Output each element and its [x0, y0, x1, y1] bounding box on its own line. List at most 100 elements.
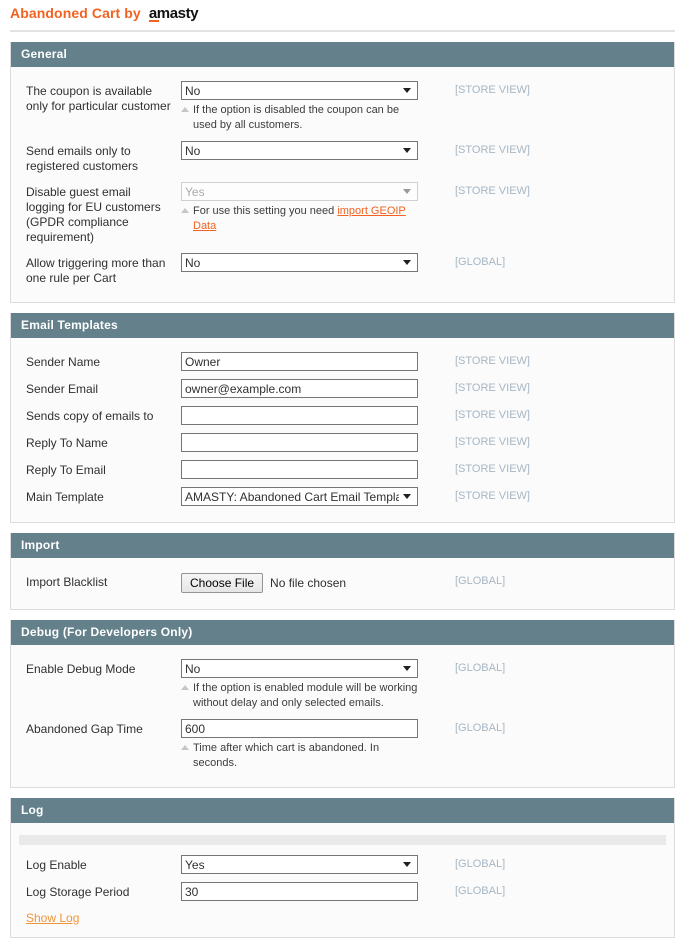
- field-hint: If the option is disabled the coupon can…: [181, 103, 418, 133]
- settings-section: Debug (For Developers Only)Enable Debug …: [10, 620, 675, 788]
- settings-section: Email TemplatesSender Name[STORE VIEW]Se…: [10, 313, 675, 523]
- field-control: [181, 433, 433, 452]
- hint-text: If the option is disabled the coupon can…: [193, 104, 399, 131]
- field-label: Disable guest email logging for EU custo…: [11, 182, 181, 245]
- field-scope-label: [STORE VIEW]: [433, 433, 530, 448]
- field-label: The coupon is available only for particu…: [11, 81, 181, 114]
- text-input[interactable]: [181, 406, 418, 425]
- field-scope-label: [STORE VIEW]: [433, 379, 530, 394]
- select-input[interactable]: NoYes: [181, 141, 418, 160]
- select-input[interactable]: NoYes: [181, 81, 418, 100]
- field-label: Reply To Name: [11, 433, 181, 451]
- field-label: Import Blacklist: [11, 572, 181, 590]
- select-input[interactable]: NoYes: [181, 253, 418, 272]
- section-spacer-bar: [19, 835, 666, 845]
- amasty-logo-underline: [149, 20, 159, 22]
- field-label: Main Template: [11, 487, 181, 505]
- field-row: Abandoned Gap Time Time after which cart …: [11, 715, 674, 775]
- field-label: Sender Email: [11, 379, 181, 397]
- field-scope-label: [STORE VIEW]: [433, 141, 530, 156]
- select-input[interactable]: YesNo: [181, 855, 418, 874]
- section-header[interactable]: Import: [11, 533, 674, 558]
- text-input[interactable]: [181, 882, 418, 901]
- section-body: Enable Debug ModeNoYes If the option is e…: [11, 645, 674, 787]
- hint-text: Time after which cart is abandoned. In s…: [193, 742, 379, 769]
- field-row: Allow triggering more than one rule per …: [11, 249, 674, 290]
- field-row: Reply To Email[STORE VIEW]: [11, 456, 674, 483]
- text-input[interactable]: [181, 352, 418, 371]
- field-scope-label: [GLOBAL]: [433, 882, 505, 897]
- field-control: [181, 406, 433, 425]
- text-input[interactable]: [181, 379, 418, 398]
- field-scope-label: [STORE VIEW]: [433, 81, 530, 96]
- field-label: Allow triggering more than one rule per …: [11, 253, 181, 286]
- field-label: Reply To Email: [11, 460, 181, 478]
- select-wrapper: NoYes: [181, 659, 418, 678]
- field-label: Log Enable: [11, 855, 181, 873]
- field-control: YesNo: [181, 855, 433, 874]
- select-input: YesNo: [181, 182, 418, 201]
- field-control: NoYes: [181, 253, 433, 272]
- field-row: The coupon is available only for particu…: [11, 77, 674, 137]
- field-row: Disable guest email logging for EU custo…: [11, 178, 674, 249]
- field-scope-label: [GLOBAL]: [433, 719, 505, 734]
- select-wrapper: NoYes: [181, 253, 418, 272]
- field-label: Enable Debug Mode: [11, 659, 181, 677]
- select-wrapper: YesNo: [181, 182, 418, 201]
- field-row: Sender Name [STORE VIEW]: [11, 348, 674, 375]
- file-input[interactable]: Choose FileNo file chosen: [181, 572, 433, 593]
- section-header[interactable]: General: [11, 42, 674, 67]
- field-control: Time after which cart is abandoned. In s…: [181, 719, 433, 771]
- select-wrapper: AMASTY: Abandoned Cart Email Template: [181, 487, 418, 506]
- field-control: YesNo For use this setting you need impor…: [181, 182, 433, 234]
- section-header[interactable]: Log: [11, 798, 674, 823]
- text-input[interactable]: [181, 460, 418, 479]
- field-scope-label: [GLOBAL]: [433, 572, 505, 587]
- field-control: NoYes: [181, 141, 433, 160]
- hint-triangle-icon: [181, 685, 189, 690]
- hint-triangle-icon: [181, 107, 189, 112]
- section-body: Sender Name [STORE VIEW] Sender Email [STOR…: [11, 338, 674, 522]
- page-title: Abandoned Cart by: [10, 5, 141, 21]
- section-body: The coupon is available only for particu…: [11, 67, 674, 302]
- field-hint: For use this setting you need import GEO…: [181, 204, 418, 234]
- field-label: Send emails only to registered customers: [11, 141, 181, 174]
- field-control: NoYes If the option is disabled the coupo…: [181, 81, 433, 133]
- show-log-link[interactable]: Show Log: [26, 911, 79, 925]
- section-body: Import BlacklistChoose FileNo file chose…: [11, 558, 674, 609]
- select-wrapper: NoYes: [181, 141, 418, 160]
- field-control: Choose FileNo file chosen: [181, 572, 433, 593]
- field-row: Import BlacklistChoose FileNo file chose…: [11, 568, 674, 597]
- section-header[interactable]: Debug (For Developers Only): [11, 620, 674, 645]
- select-wrapper: NoYes: [181, 81, 418, 100]
- field-label: Abandoned Gap Time: [11, 719, 181, 737]
- amasty-logo: amasty: [149, 5, 198, 22]
- field-row: Log EnableYesNo [GLOBAL]: [11, 851, 674, 878]
- field-row: Reply To Name [STORE VIEW]: [11, 429, 674, 456]
- text-input[interactable]: [181, 433, 418, 452]
- field-control: [181, 352, 433, 371]
- choose-file-button[interactable]: Choose File: [181, 573, 263, 593]
- section-header[interactable]: Email Templates: [11, 313, 674, 338]
- settings-section: General The coupon is available only for …: [10, 42, 675, 303]
- field-row: Main TemplateAMASTY: Abandoned Cart Emai…: [11, 483, 674, 510]
- settings-section: LogLog EnableYesNo[GLOBAL]Log Storage Pe…: [10, 798, 675, 938]
- select-input[interactable]: AMASTY: Abandoned Cart Email Template: [181, 487, 418, 506]
- field-scope-label: [STORE VIEW]: [433, 182, 530, 197]
- field-scope-label: [GLOBAL]: [433, 253, 505, 268]
- text-input[interactable]: [181, 719, 418, 738]
- select-input[interactable]: NoYes: [181, 659, 418, 678]
- field-row: Log Storage Period[GLOBAL]: [11, 878, 674, 905]
- section-body: Log EnableYesNo[GLOBAL]Log Storage Perio…: [11, 823, 674, 937]
- hint-text: If the option is enabled module will be …: [193, 682, 417, 709]
- settings-form: General The coupon is available only for …: [0, 42, 685, 938]
- field-scope-label: [STORE VIEW]: [433, 352, 530, 367]
- hint-triangle-icon: [181, 745, 189, 750]
- field-control: [181, 882, 433, 901]
- field-control: NoYes If the option is enabled module wil…: [181, 659, 433, 711]
- settings-section: Import Import BlacklistChoose FileNo file…: [10, 533, 675, 610]
- hint-triangle-icon: [181, 208, 189, 213]
- field-scope-label: [GLOBAL]: [433, 855, 505, 870]
- field-control: [181, 460, 433, 479]
- field-label: Sender Name: [11, 352, 181, 370]
